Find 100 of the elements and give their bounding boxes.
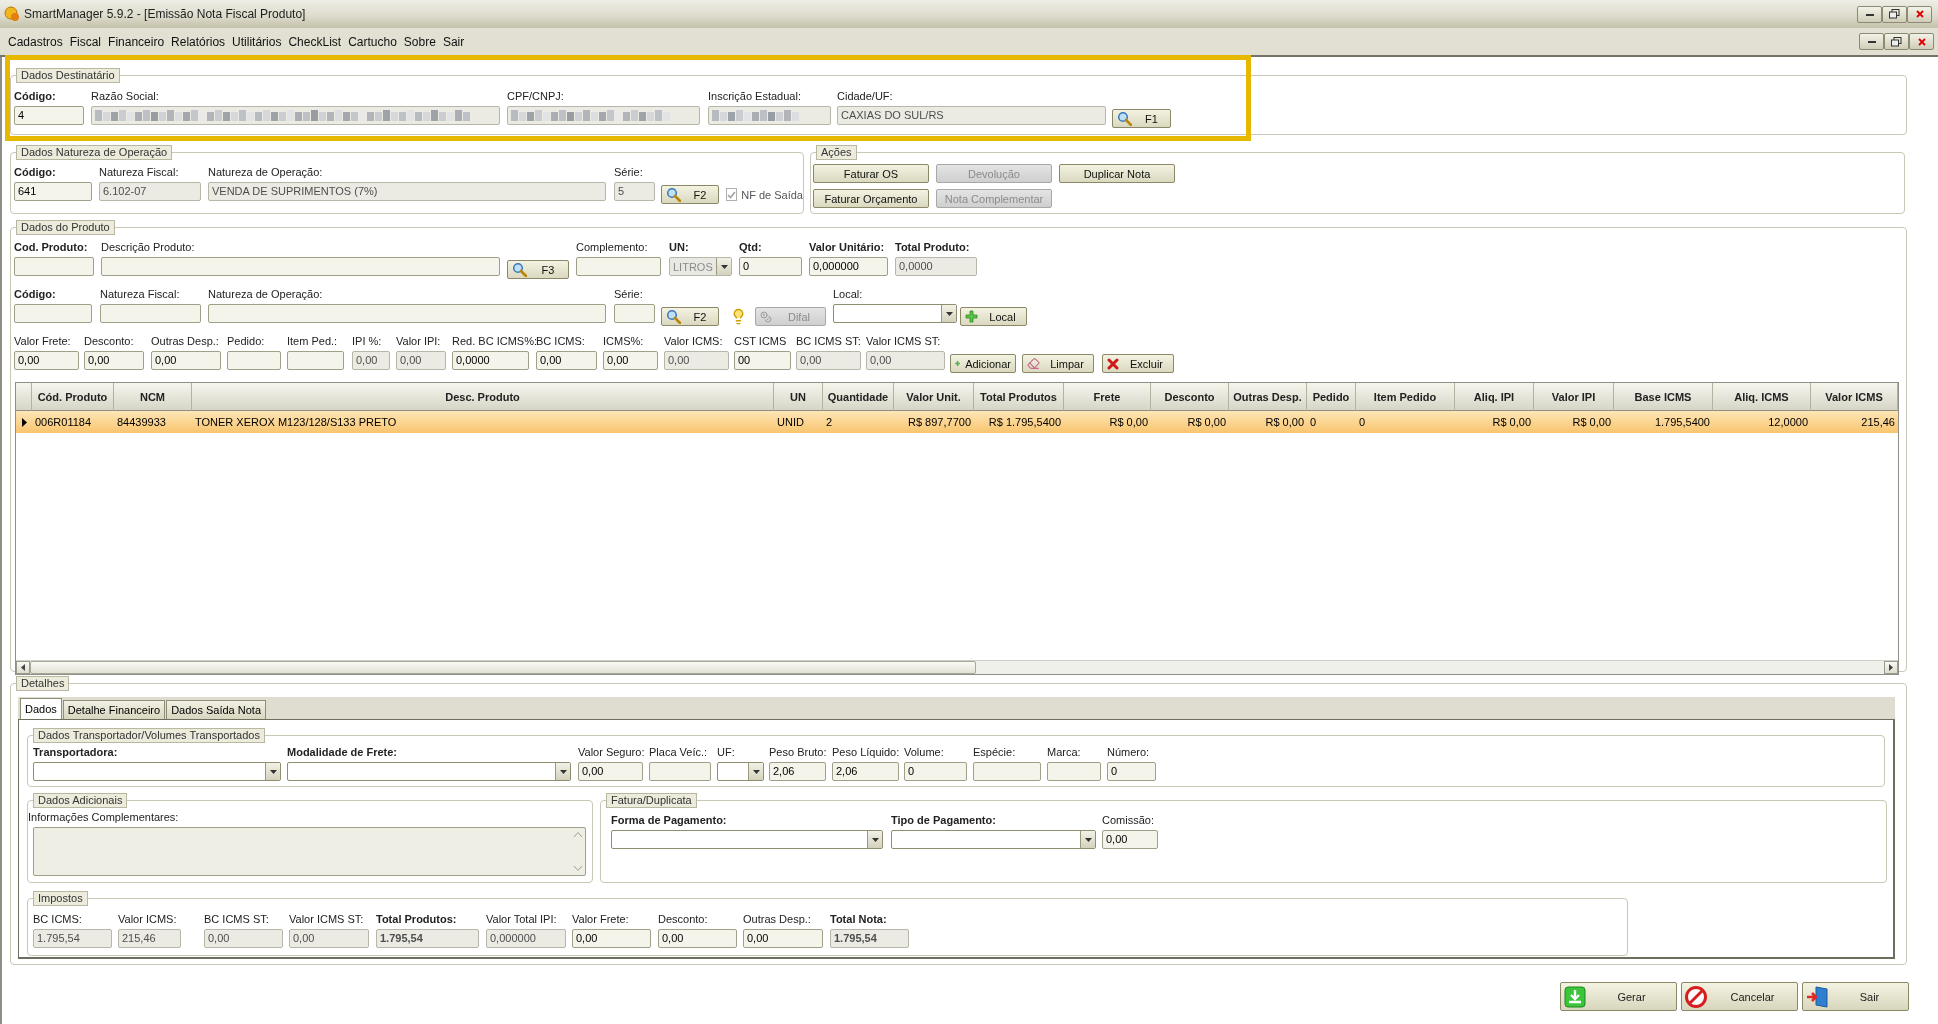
input-field[interactable]: 0,00 — [14, 351, 79, 370]
input-field[interactable] — [576, 257, 661, 276]
delete-button[interactable]: Excluir — [1102, 354, 1174, 373]
input-field[interactable]: 0,00 — [658, 929, 737, 948]
add-button[interactable]: Local — [960, 307, 1027, 326]
restore-button[interactable] — [1884, 33, 1909, 50]
footer-button[interactable]: Sair — [1802, 982, 1909, 1011]
field-label: Código: — [14, 165, 56, 179]
input-field[interactable]: 0,00 — [151, 351, 221, 370]
column-header[interactable]: Aliq. ICMS — [1713, 383, 1811, 411]
minimize-icon — [1865, 12, 1874, 16]
input-field[interactable]: 0,00 — [743, 929, 823, 948]
clear-button[interactable]: Limpar — [1022, 354, 1094, 373]
close-button[interactable] — [1907, 5, 1932, 23]
action-button[interactable]: Faturar Orçamento — [813, 189, 929, 208]
column-header[interactable]: NCM — [114, 383, 192, 411]
table-row[interactable]: 006R01184 84439933 TONER XEROX M123/128/S133 PRETO UNID 2 R$ 897,7700 R$ 1.795,5400 R$ 0,00 R$ 0,00 R$ 0,00 0 0 R$ 0,00 R$ 0,00 1.795,5400 12,0000 215,46 — [16, 411, 1898, 433]
tab[interactable]: Detalhe Financeiro — [62, 700, 166, 719]
search-button[interactable]: F2 — [661, 307, 719, 326]
action-button[interactable]: Duplicar Nota — [1059, 164, 1175, 183]
input-field[interactable] — [973, 762, 1041, 781]
dropdown[interactable] — [833, 304, 957, 323]
input-field[interactable]: 4 — [14, 106, 84, 125]
footer-button[interactable]: Gerar — [1560, 982, 1677, 1011]
table-cell-text: 12,0000 — [1767, 415, 1809, 430]
input-field[interactable]: 0,0000 — [452, 351, 529, 370]
tab[interactable]: Dados Saída Nota — [166, 700, 267, 719]
input-field[interactable]: 0,00 — [536, 351, 597, 370]
column-header[interactable]: Base ICMS — [1614, 383, 1713, 411]
menu-item[interactable]: Cartucho — [346, 34, 402, 49]
column-header[interactable]: Outras Desp. — [1229, 383, 1307, 411]
restore-button[interactable] — [1882, 5, 1907, 23]
table-cell-text: R$ 0,00 — [1108, 415, 1149, 430]
input-field[interactable] — [14, 304, 92, 323]
column-header[interactable]: Valor IPI — [1534, 383, 1614, 411]
input-field[interactable] — [1047, 762, 1101, 781]
input-field[interactable]: 0,00 — [603, 351, 658, 370]
menu-item[interactable]: Utilitários — [230, 34, 287, 49]
minimize-button[interactable] — [1859, 33, 1884, 50]
menu-item[interactable]: Fiscal — [67, 34, 107, 49]
search-button[interactable]: F3 — [507, 260, 569, 279]
column-header[interactable]: Desconto — [1151, 383, 1229, 411]
menu-item[interactable]: CheckList — [286, 34, 347, 49]
column-header[interactable]: Item Pedido — [1356, 383, 1455, 411]
search-icon — [1117, 111, 1132, 126]
field-label: Transportadora: — [33, 745, 118, 759]
input-field[interactable]: 0 — [1107, 762, 1156, 781]
menu-item[interactable]: Cadastros — [6, 34, 68, 49]
add-button[interactable]: Adicionar — [950, 354, 1016, 373]
input-field[interactable] — [227, 351, 281, 370]
field-label: Red. BC ICMS%: — [452, 334, 537, 348]
column-header[interactable]: Pedido — [1307, 383, 1356, 411]
input-field[interactable]: 0 — [904, 762, 967, 781]
dropdown[interactable] — [611, 830, 883, 849]
input-field[interactable]: 0,00 — [1102, 830, 1158, 849]
dropdown[interactable] — [287, 762, 571, 781]
input-field[interactable]: 0,00 — [578, 762, 643, 781]
close-button[interactable] — [1909, 33, 1934, 50]
minimize-button[interactable] — [1857, 5, 1882, 23]
table-cell-text: TONER XEROX M123/128/S133 PRETO — [194, 415, 398, 430]
input-field[interactable]: 2,06 — [832, 762, 899, 781]
footer-button[interactable]: Cancelar — [1681, 982, 1798, 1011]
dropdown[interactable] — [33, 762, 281, 781]
field-label: Modalidade de Frete: — [287, 745, 398, 759]
dropdown[interactable] — [717, 762, 764, 781]
input-field[interactable] — [101, 257, 500, 276]
column-header[interactable]: Valor ICMS — [1811, 383, 1898, 411]
input-field[interactable] — [614, 304, 655, 323]
column-header[interactable]: Frete — [1064, 383, 1151, 411]
column-header[interactable]: UN — [774, 383, 823, 411]
column-header[interactable]: Desc. Produto — [192, 383, 774, 411]
column-header[interactable]: Cód. Produto — [32, 383, 114, 411]
input-field[interactable]: 0,000000 — [809, 257, 888, 276]
input-field[interactable]: 2,06 — [769, 762, 826, 781]
input-field[interactable] — [100, 304, 201, 323]
input-field[interactable] — [287, 351, 344, 370]
input-field[interactable]: 0 — [739, 257, 802, 276]
column-header[interactable]: Quantidade — [823, 383, 894, 411]
input-field[interactable]: 0,00 — [572, 929, 651, 948]
menu-item[interactable]: Financeiro — [106, 34, 170, 49]
horizontal-scrollbar[interactable] — [16, 660, 1898, 674]
input-field[interactable]: 0,00 — [84, 351, 144, 370]
input-field[interactable] — [14, 257, 94, 276]
search-button[interactable]: F1 — [1112, 109, 1171, 128]
tab[interactable]: Dados — [20, 698, 62, 719]
field-label: Peso Líquido: — [832, 745, 900, 759]
menu-item[interactable]: Sobre — [401, 34, 441, 49]
input-field[interactable]: 00 — [734, 351, 791, 370]
input-field[interactable]: 641 — [14, 182, 92, 201]
menu-item[interactable]: Sair — [440, 34, 470, 49]
input-field[interactable] — [649, 762, 711, 781]
column-header[interactable]: Total Produtos — [974, 383, 1064, 411]
text-area[interactable] — [33, 827, 586, 876]
dropdown[interactable] — [891, 830, 1096, 849]
menu-item[interactable]: Relatórios — [169, 34, 231, 49]
action-button[interactable]: Faturar OS — [813, 164, 929, 183]
column-header[interactable]: Valor Unit. — [894, 383, 974, 411]
column-header[interactable]: Aliq. IPI — [1455, 383, 1534, 411]
search-button[interactable]: F2 — [661, 185, 719, 204]
input-field[interactable] — [208, 304, 606, 323]
